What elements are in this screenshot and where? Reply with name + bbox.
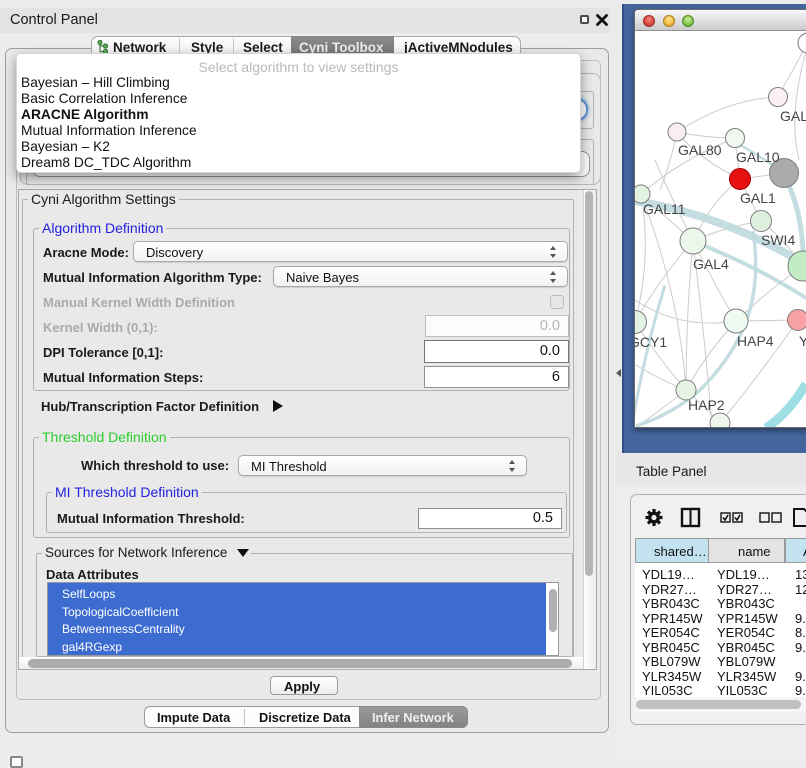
- svg-text:SWI4: SWI4: [761, 232, 795, 248]
- svg-text:HAP2: HAP2: [688, 397, 725, 413]
- svg-text:GAL10: GAL10: [736, 149, 780, 165]
- svg-text:GAL4: GAL4: [693, 256, 729, 272]
- svg-text:GAL1: GAL1: [740, 190, 776, 206]
- svg-text:GAL: GAL: [780, 108, 806, 124]
- svg-text:Y: Y: [799, 333, 806, 349]
- svg-text:GAL11: GAL11: [643, 201, 686, 217]
- svg-text:GCY1: GCY1: [635, 334, 667, 350]
- svg-text:GAL80: GAL80: [678, 142, 722, 158]
- svg-text:HAP4: HAP4: [737, 333, 774, 349]
